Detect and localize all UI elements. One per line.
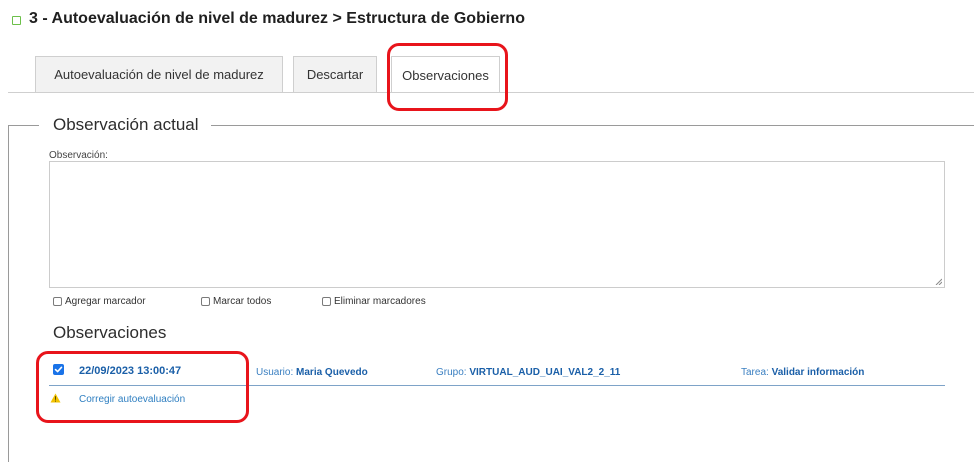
observation-task: Tarea: Validar información xyxy=(741,367,864,378)
observation-group: Grupo: VIRTUAL_AUD_UAI_VAL2_2_11 xyxy=(436,367,620,378)
checkbox-icon[interactable] xyxy=(53,297,62,306)
tab-autoevaluacion[interactable]: Autoevaluación de nivel de madurez xyxy=(35,56,283,92)
tab-descartar[interactable]: Descartar xyxy=(293,56,377,92)
task-label: Tarea: xyxy=(741,367,769,378)
fieldset-border xyxy=(8,125,39,126)
checkbox-icon[interactable] xyxy=(201,297,210,306)
checkbox-marcar-todos[interactable]: Marcar todos xyxy=(201,296,271,307)
group-value: VIRTUAL_AUD_UAI_VAL2_2_11 xyxy=(469,367,621,378)
observation-user: Usuario: Maria Quevedo xyxy=(256,367,368,378)
group-label: Grupo: xyxy=(436,367,467,378)
highlight-box-tab xyxy=(387,43,508,111)
tab-label: Descartar xyxy=(306,67,364,82)
user-label: Usuario: xyxy=(256,367,294,378)
checkbox-agregar-marcador[interactable]: Agregar marcador xyxy=(53,296,146,307)
tab-label: Autoevaluación de nivel de madurez xyxy=(54,67,264,82)
resize-grip-icon[interactable] xyxy=(935,278,942,285)
observation-textarea[interactable] xyxy=(49,161,945,288)
task-value: Validar información xyxy=(771,367,865,378)
page-title-text: 3 - Autoevaluación de nivel de madurez >… xyxy=(29,10,525,27)
green-square-icon xyxy=(12,15,21,25)
observation-label: Observación: xyxy=(49,150,108,161)
fieldset-border xyxy=(211,125,974,126)
checkbox-icon[interactable] xyxy=(322,297,331,306)
checkbox-label: Marcar todos xyxy=(213,296,272,307)
user-value: Maria Quevedo xyxy=(296,367,368,378)
checkbox-eliminar-marcadores[interactable]: Eliminar marcadores xyxy=(322,296,426,307)
observations-heading: Observaciones xyxy=(53,323,167,342)
checkbox-label: Eliminar marcadores xyxy=(334,296,426,307)
highlight-box-observation xyxy=(36,351,249,423)
checkbox-label: Agregar marcador xyxy=(65,296,146,307)
fieldset-legend: Observación actual xyxy=(53,115,199,134)
page-title: 3 - Autoevaluación de nivel de madurez >… xyxy=(12,10,525,28)
fieldset-border xyxy=(8,125,9,462)
